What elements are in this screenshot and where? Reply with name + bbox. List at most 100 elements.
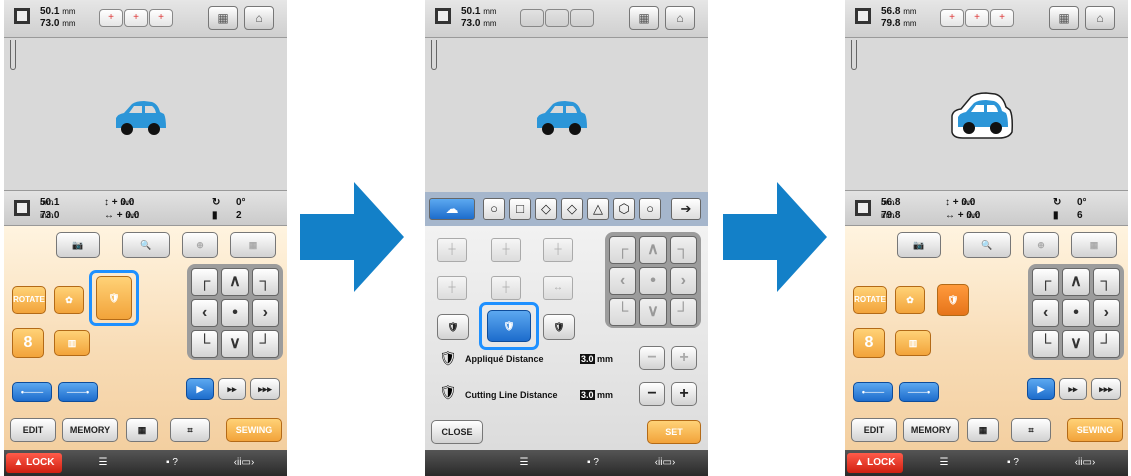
thread-icon[interactable]: ‹ii▭› <box>214 453 274 473</box>
shape-octagon-button[interactable]: ○ <box>639 198 661 220</box>
applique-distance-minus-button[interactable]: − <box>639 346 665 370</box>
lock-button[interactable]: ▲ LOCK <box>6 453 62 473</box>
help-icon[interactable]: ▪ ? <box>573 453 613 473</box>
move-center-button[interactable]: • <box>221 299 249 327</box>
applique-distance-plus-button[interactable]: + <box>671 346 697 370</box>
shape-outline-button[interactable]: ☁ <box>429 198 475 220</box>
applique-button[interactable]: 🛡 <box>937 284 969 316</box>
memory-button[interactable]: MEMORY <box>903 418 959 442</box>
frame-medium[interactable]: + <box>124 9 148 27</box>
scan-button[interactable]: 🔍 <box>963 232 1011 258</box>
home-button[interactable]: ⌂ <box>1085 6 1115 30</box>
frame-move-button[interactable]: ⌗ <box>170 418 210 442</box>
move-right-button[interactable]: › <box>1092 299 1120 327</box>
move-right-button[interactable]: › <box>669 267 697 295</box>
border-button[interactable]: ✿ <box>895 286 925 314</box>
move-up-button[interactable]: ∧ <box>639 236 667 264</box>
play-button[interactable]: ▶ <box>1027 378 1055 400</box>
embroidery-edit-button[interactable]: ▦ <box>967 418 999 442</box>
grid-button[interactable]: ▦ <box>1071 232 1117 258</box>
fast-forward-button[interactable]: ▸▸ <box>1059 378 1087 400</box>
frame-selector[interactable]: + + + <box>99 9 173 27</box>
fast-forward-button[interactable]: ▸▸ <box>218 378 246 400</box>
sewing-button[interactable]: SEWING <box>1067 418 1123 442</box>
frame-small[interactable]: + <box>940 9 964 27</box>
move-up-right-button[interactable]: ┐ <box>251 268 279 296</box>
shape-triangle-button[interactable]: △ <box>587 198 609 220</box>
move-down-right-button[interactable]: ┘ <box>669 298 697 326</box>
move-right-button[interactable]: › <box>251 299 279 327</box>
skip-button[interactable]: ▸▸▸ <box>250 378 280 400</box>
move-down-left-button[interactable]: └ <box>1032 330 1060 358</box>
move-down-right-button[interactable]: ┘ <box>251 330 279 358</box>
array-button[interactable]: ▥ <box>895 330 931 356</box>
close-button[interactable]: CLOSE <box>431 420 483 444</box>
thread-color-button[interactable]: ▦ <box>1049 6 1079 30</box>
move-left-button[interactable]: ‹ <box>1032 299 1060 327</box>
density-down-button[interactable]: •─── <box>12 382 52 402</box>
embroidery-edit-button[interactable]: ▦ <box>126 418 158 442</box>
rotate-button[interactable]: ROTATE <box>12 286 46 314</box>
frame-move-button[interactable]: ⌗ <box>1011 418 1051 442</box>
settings-icon[interactable]: ☰ <box>88 453 118 473</box>
settings-icon[interactable]: ☰ <box>509 453 539 473</box>
move-left-button[interactable]: ‹ <box>191 299 219 327</box>
memory-button[interactable]: MEMORY <box>62 418 118 442</box>
shape-diamond-button[interactable]: ◇ <box>561 198 583 220</box>
move-up-left-button[interactable]: ┌ <box>191 268 219 296</box>
move-up-left-button[interactable]: ┌ <box>1032 268 1060 296</box>
layout-1-button[interactable]: ┼ <box>437 238 467 262</box>
cutting-line-plus-button[interactable]: + <box>671 382 697 406</box>
move-down-left-button[interactable]: └ <box>609 298 637 326</box>
cutting-line-minus-button[interactable]: − <box>639 382 665 406</box>
play-button[interactable]: ▶ <box>186 378 214 400</box>
frame-large[interactable]: + <box>990 9 1014 27</box>
shape-hexagon-button[interactable]: ⬡ <box>613 198 635 220</box>
move-up-right-button[interactable]: ┐ <box>669 236 697 264</box>
thread-icon[interactable]: ‹ii▭› <box>635 453 695 473</box>
help-icon[interactable]: ▪ ? <box>993 453 1033 473</box>
move-left-button[interactable]: ‹ <box>609 267 637 295</box>
zoom-button[interactable]: ⊕ <box>1023 232 1059 258</box>
settings-icon[interactable]: ☰ <box>929 453 959 473</box>
move-down-button[interactable]: ∨ <box>639 298 667 326</box>
rotate-button[interactable]: ROTATE <box>853 286 887 314</box>
layout-6-button[interactable]: ↔ <box>543 276 573 300</box>
help-icon[interactable]: ▪ ? <box>152 453 192 473</box>
camera-button[interactable]: 📷 <box>56 232 100 258</box>
density-up-button[interactable]: ───• <box>58 382 98 402</box>
camera-button[interactable]: 📷 <box>897 232 941 258</box>
lock-button[interactable]: ▲ LOCK <box>847 453 903 473</box>
move-down-button[interactable]: ∨ <box>221 330 249 358</box>
move-up-button[interactable]: ∧ <box>221 268 249 296</box>
layout-4-button[interactable]: ┼ <box>437 276 467 300</box>
applique-mode-3-button[interactable]: 🛡 <box>543 314 575 340</box>
shape-circle-button[interactable]: ○ <box>483 198 505 220</box>
thread-color-button[interactable]: ▦ <box>629 6 659 30</box>
skip-button[interactable]: ▸▸▸ <box>1091 378 1121 400</box>
move-up-left-button[interactable]: ┌ <box>609 236 637 264</box>
thread-color-button[interactable]: ▦ <box>208 6 238 30</box>
repeat-button[interactable]: 8 <box>12 328 44 358</box>
move-down-button[interactable]: ∨ <box>1062 330 1090 358</box>
shape-wide-diamond-button[interactable]: ◇ <box>535 198 557 220</box>
shape-square-button[interactable]: □ <box>509 198 531 220</box>
move-up-button[interactable]: ∧ <box>1062 268 1090 296</box>
move-center-button[interactable]: • <box>1062 299 1090 327</box>
border-button[interactable]: ✿ <box>54 286 84 314</box>
move-center-button[interactable]: • <box>639 267 667 295</box>
layout-3-button[interactable]: ┼ <box>543 238 573 262</box>
repeat-button[interactable]: 8 <box>853 328 885 358</box>
density-up-button[interactable]: ───• <box>899 382 939 402</box>
next-arrow-button[interactable]: ➔ <box>671 198 701 220</box>
layout-5-button[interactable]: ┼ <box>491 276 521 300</box>
array-button[interactable]: ▥ <box>54 330 90 356</box>
applique-mode-1-button[interactable]: 🛡 <box>437 314 469 340</box>
thread-icon[interactable]: ‹ii▭› <box>1055 453 1115 473</box>
home-button[interactable]: ⌂ <box>665 6 695 30</box>
frame-medium[interactable]: + <box>965 9 989 27</box>
edit-button[interactable]: EDIT <box>10 418 56 442</box>
layout-2-button[interactable]: ┼ <box>491 238 521 262</box>
frame-selector[interactable]: + + + <box>940 9 1014 27</box>
scan-button[interactable]: 🔍 <box>122 232 170 258</box>
